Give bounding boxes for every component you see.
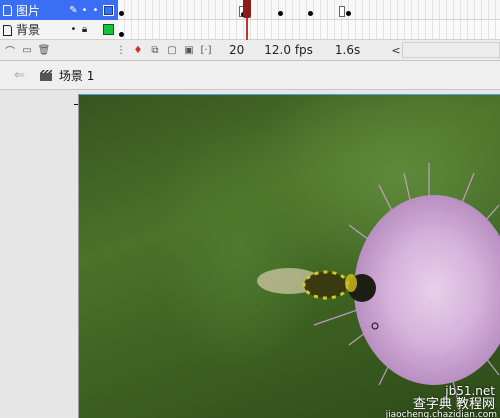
frame-row-background[interactable] (118, 20, 500, 40)
layer-icon (2, 24, 12, 36)
keyframe[interactable] (308, 11, 313, 16)
keyframe[interactable] (119, 32, 124, 37)
visibility-dot[interactable]: • (68, 24, 79, 35)
layer-row-image[interactable]: 图片 ✎ • • (0, 0, 118, 20)
edit-multiple-frames-icon[interactable]: ▣ (182, 43, 196, 57)
new-folder-icon[interactable]: ▭ (20, 43, 34, 57)
layer-name: 图片 (16, 3, 41, 18)
keyframe[interactable] (119, 11, 124, 16)
keyframe[interactable] (346, 11, 351, 16)
layer-icon (2, 4, 12, 16)
layer-name: 背景 (16, 23, 41, 37)
visibility-dot[interactable]: • (79, 5, 90, 16)
layer-row-background[interactable]: 背景 • 🔒︎ (0, 20, 118, 40)
current-frame: 20 (229, 43, 245, 57)
scene-icon (39, 69, 53, 81)
stage-photo[interactable]: jb51.net 查字典 教程网 jiaocheng.chazidian.com (78, 94, 500, 418)
pencil-icon[interactable]: ✎ (68, 5, 79, 16)
playhead-handle[interactable] (243, 0, 251, 18)
watermark: jb51.net 查字典 教程网 jiaocheng.chazidian.com (361, 384, 500, 418)
onion-outline-icon[interactable]: ▢ (165, 43, 179, 57)
back-arrow-icon[interactable]: ⇐ (14, 68, 25, 83)
edit-bar: ⇐ 场景 1 (0, 61, 500, 90)
layer-color-swatch[interactable] (103, 24, 114, 35)
keyframe[interactable] (278, 11, 283, 16)
center-frame-icon[interactable]: ⋮ (114, 43, 128, 57)
lock-dot[interactable]: • (90, 5, 101, 16)
frame-grid[interactable] (118, 0, 500, 40)
flower-image (257, 163, 500, 406)
new-layer-icon[interactable]: ⌒ (3, 43, 17, 58)
chevron-left-icon[interactable]: < (390, 40, 402, 60)
frame-span-end[interactable] (339, 6, 345, 17)
timeline-toolbar: ⌒ ▭ 🗑︎ ⋮ ♦ ⧉ ▢ ▣ [·] 20 12.0 fps 1.6s < (0, 40, 500, 61)
stage-area[interactable]: jb51.net 查字典 教程网 jiaocheng.chazidian.com (0, 90, 500, 418)
playhead-marker-icon[interactable]: ♦ (131, 43, 145, 57)
frame-rate[interactable]: 12.0 fps (264, 43, 313, 57)
delete-layer-icon[interactable]: 🗑︎ (37, 43, 51, 57)
modify-markers-icon[interactable]: [·] (199, 43, 213, 57)
elapsed-time: 1.6s (334, 43, 361, 57)
frame-row-image[interactable] (118, 0, 500, 20)
horizontal-scrollbar[interactable] (402, 42, 500, 58)
layer-color-swatch[interactable] (103, 4, 114, 16)
lock-icon[interactable]: 🔒︎ (79, 24, 90, 35)
scene-label[interactable]: 场景 1 (59, 67, 94, 84)
onion-skin-icon[interactable]: ⧉ (148, 43, 162, 57)
